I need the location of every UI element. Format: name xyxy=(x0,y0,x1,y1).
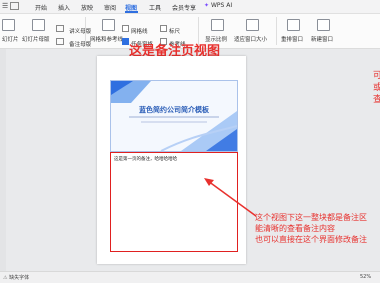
notes-master-icon xyxy=(56,38,64,45)
slide-master-label: 幻灯片母版 xyxy=(22,37,50,43)
menu-insert[interactable]: 插入 xyxy=(58,3,70,12)
status-bar: ⚠ 缺失字体 52% xyxy=(0,271,380,283)
active-tab-indicator xyxy=(125,11,138,13)
slide-view-button[interactable]: 幻灯片 xyxy=(2,19,19,43)
ribbon-divider xyxy=(85,17,86,45)
new-window-button[interactable]: 新建窗口 xyxy=(311,19,333,43)
checkbox-checked-icon xyxy=(122,38,129,45)
ribbon-divider xyxy=(276,17,277,45)
slide-master-button[interactable]: 幻灯片母版 xyxy=(22,19,50,43)
menu-start[interactable]: 开始 xyxy=(35,3,47,12)
left-pane-edge xyxy=(0,49,6,271)
annotation-line: 能清晰的查看备注内容 xyxy=(255,224,335,233)
sparkle-icon: ✦ xyxy=(204,2,210,9)
grid-guides-button[interactable]: 网格和参考线 xyxy=(90,19,123,43)
rearrange-icon xyxy=(287,19,300,31)
missing-font-button[interactable]: ⚠ 缺失字体 xyxy=(3,274,29,281)
menu-member[interactable]: 会员专享 xyxy=(172,3,196,12)
menu-review[interactable]: 审阅 xyxy=(104,3,116,12)
arrow-annotation xyxy=(204,178,257,217)
menu-tools[interactable]: 工具 xyxy=(149,3,161,12)
zoom-level[interactable]: 52% xyxy=(360,274,371,280)
slide-view-label: 幻灯片 xyxy=(2,37,19,43)
file-menu[interactable]: ☰ xyxy=(2,2,20,10)
notes-master-label: 备注母版 xyxy=(69,42,92,48)
side-text-line: 或 xyxy=(373,83,380,93)
wps-ai-button[interactable]: ✦ WPS AI xyxy=(204,2,232,9)
grid-icon xyxy=(102,19,115,31)
font-warning-icon: ⚠ xyxy=(3,275,8,281)
notes-annotation: 这个视图下这一整块都是备注区 能清晰的查看备注内容 也可以直接在这个界面修改备注 xyxy=(255,212,367,245)
menu-bar: ☰ 开始 插入 放映 审阅 视图 工具 会员专享 ✦ WPS AI xyxy=(0,0,380,14)
hamburger-icon[interactable]: ☰ xyxy=(2,2,8,10)
grid-guides-label: 网格和参考线 xyxy=(90,37,124,43)
notes-text[interactable]: 这是第一页的备注，哈哈哈哈哈 xyxy=(114,156,177,162)
slide-title: 蓝色简约公司简介模板 xyxy=(139,106,209,114)
fit-window-button[interactable]: 适应窗口大小 xyxy=(234,19,267,43)
annotation-line: 这个视图下这一整块都是备注区 xyxy=(255,213,367,222)
side-annotation: 可 或 查 xyxy=(373,70,380,106)
save-icon[interactable] xyxy=(10,2,20,10)
side-text-line: 可 xyxy=(373,71,380,81)
fit-window-label: 适应窗口大小 xyxy=(234,37,268,43)
slide-subtitle-line xyxy=(141,121,207,123)
missing-font-label: 缺失字体 xyxy=(9,275,30,281)
annotation-line: 也可以直接在这个界面修改备注 xyxy=(255,235,367,244)
side-text-line: 查 xyxy=(373,95,380,105)
rearrange-label: 重排窗口 xyxy=(281,37,304,43)
wps-ai-label: WPS AI xyxy=(210,2,233,9)
rearrange-window-button[interactable]: 重排窗口 xyxy=(281,19,303,43)
slide-icon xyxy=(2,19,15,31)
new-window-label: 新建窗口 xyxy=(311,37,334,43)
new-window-icon xyxy=(317,19,330,31)
menu-slideshow[interactable]: 放映 xyxy=(81,3,93,12)
slide-master-icon xyxy=(32,19,45,31)
slide-thumbnail[interactable]: 蓝色简约公司简介模板 xyxy=(110,80,238,152)
slide-subtitle-line xyxy=(129,116,219,118)
fit-window-icon xyxy=(246,19,259,31)
zoom-icon xyxy=(211,19,224,31)
